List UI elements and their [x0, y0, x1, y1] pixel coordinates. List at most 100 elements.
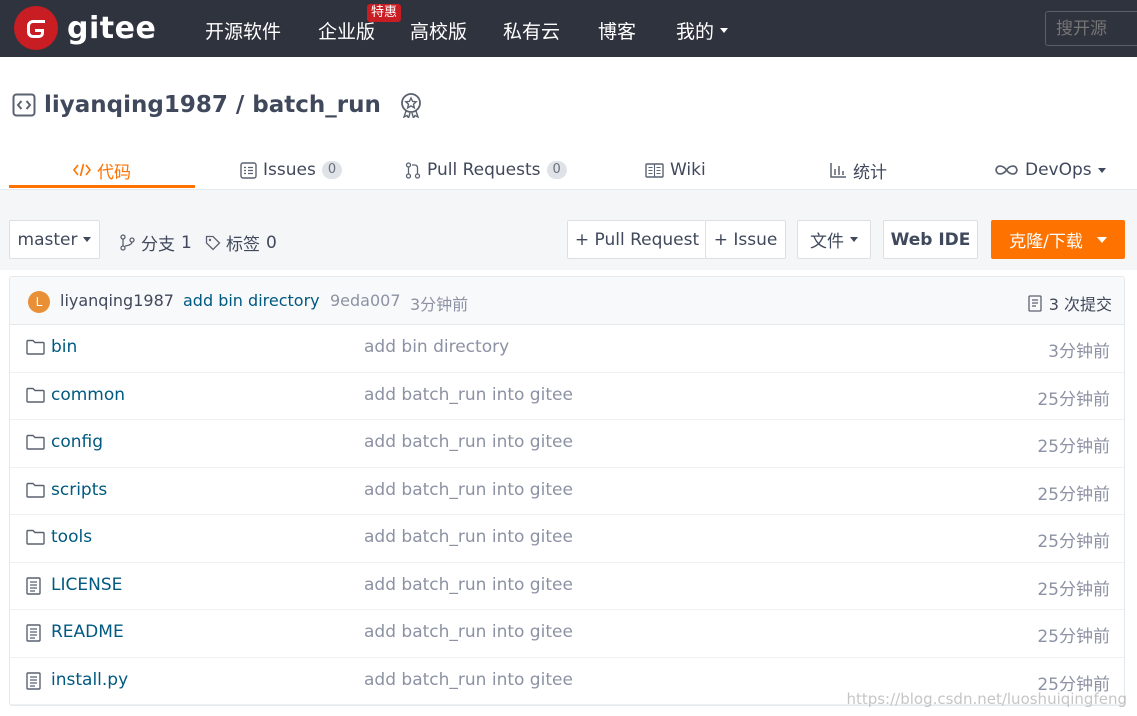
branches-label: 分支 — [141, 235, 175, 255]
file-name-link[interactable]: common — [51, 385, 125, 405]
tags-link[interactable]: 标签 0 — [205, 230, 277, 255]
chevron-down-icon — [850, 237, 858, 242]
tab-code[interactable]: 代码 — [73, 151, 131, 189]
file-row[interactable]: scripts add batch_run into gitee 25分钟前 — [10, 468, 1124, 515]
active-tab-indicator — [9, 185, 195, 188]
file-commit-message-link[interactable]: add batch_run into gitee — [364, 527, 573, 547]
commit-time: 3分钟前 — [410, 295, 469, 314]
file-commit-message-link[interactable]: add batch_run into gitee — [364, 385, 573, 405]
file-commit-time: 25分钟前 — [1037, 389, 1110, 410]
folder-icon — [26, 529, 45, 550]
tab-devops[interactable]: DevOps — [994, 151, 1106, 189]
file-menu-button[interactable]: 文件 — [797, 220, 871, 259]
code-repo-icon — [12, 93, 36, 117]
chevron-down-icon — [83, 237, 92, 242]
infinity-icon — [995, 165, 1018, 175]
tags-count: 0 — [266, 232, 277, 253]
latest-commit-bar: L liyanqing1987 add bin directory 9eda00… — [10, 277, 1124, 325]
file-row[interactable]: LICENSE add batch_run into gitee 25分钟前 — [10, 563, 1124, 610]
gitee-logo[interactable]: gitee — [14, 6, 156, 50]
bar-chart-icon — [830, 163, 846, 178]
new-issue-button[interactable]: + Issue — [705, 220, 786, 259]
file-name-link[interactable]: tools — [51, 527, 92, 547]
file-commit-time: 25分钟前 — [1037, 579, 1110, 600]
file-commit-message-link[interactable]: add batch_run into gitee — [364, 480, 573, 500]
file-name-link[interactable]: bin — [51, 337, 77, 357]
file-commit-time: 25分钟前 — [1037, 627, 1110, 647]
commit-count-link[interactable]: 3 次提交 — [1028, 291, 1112, 315]
file-row[interactable]: README add batch_run into gitee 25分钟前 — [10, 610, 1124, 658]
commit-hash-link[interactable]: 9eda007 — [330, 291, 401, 310]
web-ide-button[interactable]: Web IDE — [883, 220, 978, 259]
issues-icon — [240, 161, 257, 179]
tab-issues-label: Issues — [263, 160, 316, 180]
file-icon — [26, 576, 41, 600]
tab-issues[interactable]: Issues 0 — [240, 151, 343, 189]
clone-download-label: 克隆/下载 — [1009, 232, 1083, 252]
repo-toolbar: master 分支 1 标签 0 + Pull Request + Issue … — [0, 190, 1137, 270]
file-commit-message-link[interactable]: add batch_run into gitee — [364, 622, 573, 642]
repo-header: liyanqing1987 / batch_run 代码 Issues 0 Pu… — [0, 57, 1137, 190]
nav-university[interactable]: 高校版 — [410, 17, 467, 44]
nav-enterprise[interactable]: 企业版 — [318, 17, 375, 44]
search-input[interactable] — [1045, 11, 1137, 46]
file-name-link[interactable]: LICENSE — [51, 575, 122, 595]
repo-title: liyanqing1987 / batch_run — [12, 92, 423, 118]
branches-count: 1 — [181, 232, 192, 253]
repo-name-link[interactable]: batch_run — [252, 92, 381, 118]
repo-separator: / — [235, 92, 245, 118]
file-commit-message-link[interactable]: add batch_run into gitee — [364, 575, 573, 595]
gitee-logo-icon — [14, 6, 58, 50]
file-name-link[interactable]: install.py — [51, 670, 128, 690]
commit-message-link[interactable]: add bin directory — [183, 291, 320, 310]
file-list-panel: L liyanqing1987 add bin directory 9eda00… — [9, 276, 1125, 706]
tab-wiki[interactable]: Wiki — [645, 151, 706, 189]
file-commit-message-link[interactable]: add batch_run into gitee — [364, 432, 573, 452]
chevron-down-icon — [1096, 236, 1107, 243]
logo-text: gitee — [67, 10, 157, 46]
commit-author-link[interactable]: liyanqing1987 — [60, 291, 174, 310]
repo-owner-link[interactable]: liyanqing1987 — [44, 92, 228, 118]
nav-mine[interactable]: 我的 — [676, 17, 729, 44]
chevron-down-icon — [1097, 167, 1106, 173]
folder-icon — [26, 482, 45, 503]
file-row[interactable]: bin add bin directory 3分钟前 — [10, 325, 1124, 373]
file-commit-message-link[interactable]: add batch_run into gitee — [364, 670, 573, 690]
nav-private-cloud[interactable]: 私有云 — [503, 17, 560, 44]
nav-open-source[interactable]: 开源软件 — [205, 17, 281, 44]
file-name-link[interactable]: config — [51, 432, 103, 452]
file-commit-message-link[interactable]: add bin directory — [364, 337, 509, 357]
history-icon — [1028, 294, 1042, 312]
tab-pull-requests-label: Pull Requests — [427, 160, 541, 180]
branch-icon — [120, 234, 135, 251]
avatar[interactable]: L — [28, 291, 50, 313]
tab-wiki-label: Wiki — [670, 160, 706, 180]
file-icon — [26, 624, 41, 647]
file-row[interactable]: config add batch_run into gitee 25分钟前 — [10, 420, 1124, 468]
watermark: https://blog.csdn.net/luoshuiqingfeng — [846, 690, 1127, 708]
file-commit-time: 25分钟前 — [1037, 484, 1110, 505]
new-pull-request-button[interactable]: + Pull Request — [567, 220, 706, 259]
branch-select[interactable]: master — [9, 220, 100, 259]
branches-link[interactable]: 分支 1 — [120, 230, 192, 255]
pull-request-icon — [405, 161, 421, 179]
tab-statistics[interactable]: 统计 — [830, 151, 887, 189]
folder-icon — [26, 387, 45, 408]
clone-download-button[interactable]: 克隆/下载 — [991, 220, 1125, 259]
code-icon — [73, 163, 91, 177]
nav-mine-label: 我的 — [676, 21, 715, 43]
folder-icon — [26, 434, 45, 455]
file-row[interactable]: common add batch_run into gitee 25分钟前 — [10, 373, 1124, 420]
nav-blog[interactable]: 博客 — [598, 17, 636, 44]
file-name-link[interactable]: README — [51, 622, 124, 642]
tags-label: 标签 — [226, 235, 260, 255]
file-name-link[interactable]: scripts — [51, 480, 107, 500]
file-row[interactable]: tools add batch_run into gitee 25分钟前 — [10, 515, 1124, 563]
branch-select-label: master — [17, 229, 78, 250]
folder-icon — [26, 339, 45, 360]
tab-pull-requests[interactable]: Pull Requests 0 — [405, 151, 567, 189]
tab-statistics-label: 统计 — [853, 162, 887, 183]
tab-code-label: 代码 — [97, 162, 131, 183]
file-icon — [26, 671, 41, 695]
file-rows: bin add bin directory 3分钟前 common add batch_… — [10, 325, 1124, 705]
